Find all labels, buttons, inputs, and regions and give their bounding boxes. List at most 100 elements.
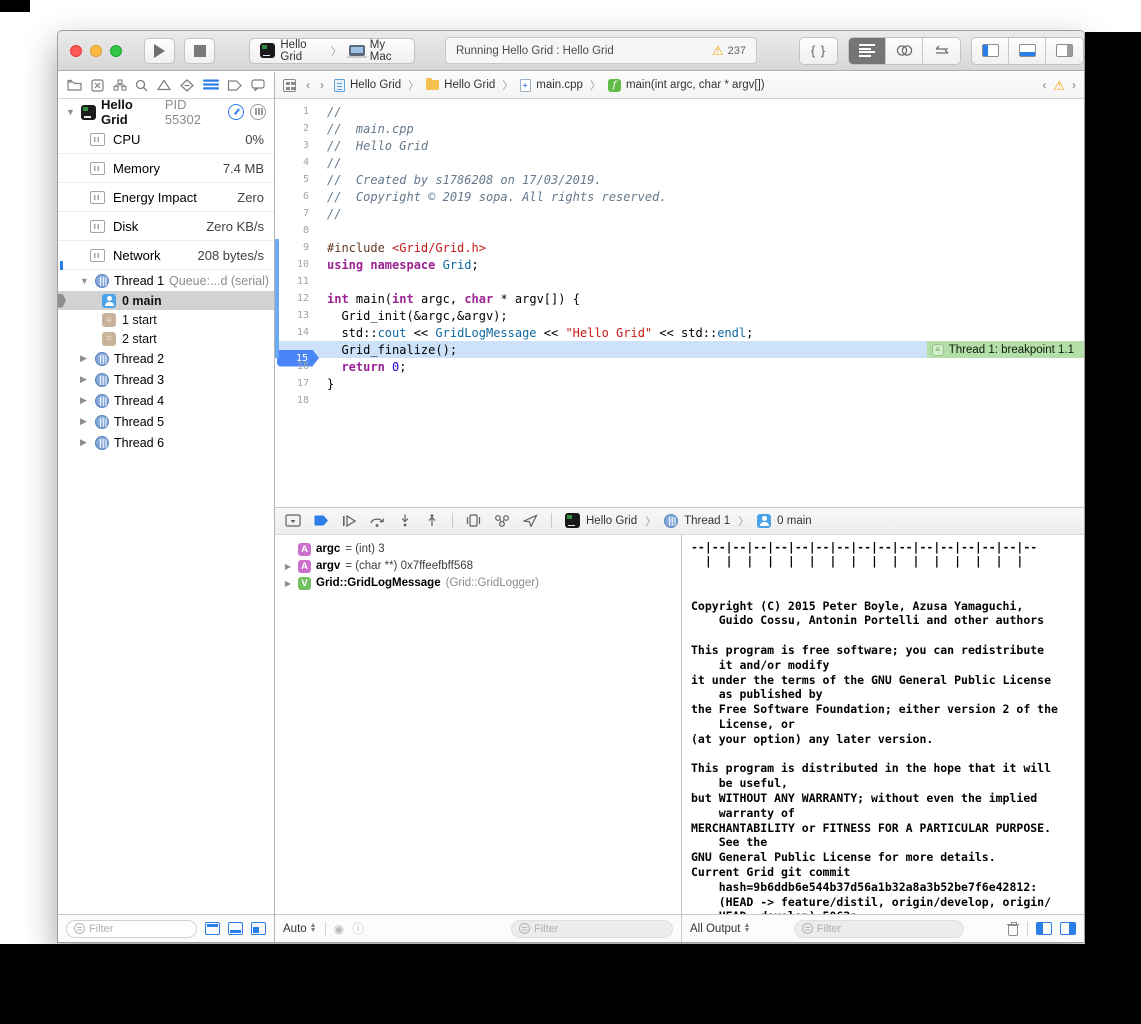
- breadcrumb-item[interactable]: main(int argc, char * argv[]): [626, 79, 765, 91]
- info-icon[interactable]: ⓘ: [352, 920, 364, 937]
- code-line[interactable]: 13 Grid_init(&argc,&argv);: [275, 307, 1084, 324]
- line-number-gutter[interactable]: 9: [275, 242, 321, 253]
- console-filter-field[interactable]: [794, 920, 964, 938]
- code-text[interactable]: Grid_init(&argc,&argv);: [321, 309, 508, 323]
- line-number-gutter[interactable]: 12: [275, 293, 321, 304]
- code-text[interactable]: // Copyright © 2019 sopa. All rights res…: [321, 190, 667, 204]
- line-number-gutter[interactable]: 16: [275, 361, 321, 372]
- variable-row[interactable]: ▶VGrid::GridLogMessage(Grid::GridLogger): [283, 575, 681, 592]
- step-out-button[interactable]: [425, 514, 439, 527]
- disclosure-triangle-icon[interactable]: ▶: [80, 395, 90, 406]
- zoom-window-button[interactable]: [110, 45, 122, 57]
- show-console-toggle[interactable]: [1060, 922, 1076, 935]
- related-items-icon[interactable]: [283, 79, 296, 92]
- thread-row[interactable]: ▼Thread 1Queue:...d (serial): [58, 270, 274, 291]
- project-navigator-icon[interactable]: [67, 79, 82, 91]
- line-number-gutter[interactable]: 10: [275, 259, 321, 270]
- debug-breadcrumb-item[interactable]: 0 main: [777, 515, 812, 527]
- disclosure-triangle-icon[interactable]: ▼: [66, 107, 76, 117]
- filter-stack-frames-toggle[interactable]: [228, 922, 243, 935]
- go-forward-button[interactable]: ›: [320, 78, 324, 92]
- memory-graph-button[interactable]: [250, 104, 266, 120]
- next-issue-button[interactable]: ›: [1072, 78, 1076, 92]
- code-line[interactable]: 3// Hello Grid: [275, 137, 1084, 154]
- debug-breadcrumb-item[interactable]: Hello Grid: [586, 515, 637, 527]
- report-navigator-icon[interactable]: [251, 79, 265, 91]
- code-text[interactable]: return 0;: [321, 360, 407, 374]
- line-number-gutter[interactable]: 14: [275, 327, 321, 338]
- line-number-gutter[interactable]: 13: [275, 310, 321, 321]
- scheme-selector[interactable]: Hello Grid 〉 My Mac: [249, 38, 415, 64]
- variables-scope-popup[interactable]: Auto ▲▼: [283, 923, 317, 935]
- code-line[interactable]: 16 return 0;: [275, 358, 1084, 375]
- disclosure-triangle-icon[interactable]: ▶: [80, 374, 90, 385]
- step-over-button[interactable]: [369, 515, 385, 527]
- code-text[interactable]: // Hello Grid: [321, 139, 428, 153]
- activity-viewer[interactable]: Running Hello Grid : Hello Grid ⚠ 237: [445, 37, 757, 64]
- test-navigator-icon[interactable]: [180, 79, 194, 92]
- line-number-gutter[interactable]: 1: [275, 106, 321, 117]
- show-variables-view-toggle[interactable]: [1036, 922, 1052, 935]
- code-line[interactable]: 1//: [275, 103, 1084, 120]
- breadcrumb-item[interactable]: main.cpp: [536, 79, 583, 91]
- profile-in-instruments-button[interactable]: [228, 104, 244, 120]
- toggle-navigator-button[interactable]: [972, 38, 1009, 64]
- line-number-gutter[interactable]: 7: [275, 208, 321, 219]
- variables-filter-field[interactable]: [511, 920, 673, 938]
- code-line[interactable]: 14 std::cout << GridLogMessage << "Hello…: [275, 324, 1084, 341]
- find-navigator-icon[interactable]: [135, 79, 148, 92]
- code-text[interactable]: using namespace Grid;: [321, 258, 479, 272]
- go-back-button[interactable]: ‹: [306, 78, 310, 92]
- code-text[interactable]: }: [321, 377, 334, 391]
- variable-row[interactable]: Aargc= (int) 3: [283, 541, 681, 558]
- code-line[interactable]: 9#include <Grid/Grid.h>: [275, 239, 1084, 256]
- code-line[interactable]: 7//: [275, 205, 1084, 222]
- breadcrumb-item[interactable]: Hello Grid: [444, 79, 495, 91]
- code-text[interactable]: // Created by s1786208 on 17/03/2019.: [321, 173, 602, 187]
- line-number-gutter[interactable]: 5: [275, 174, 321, 185]
- disclosure-triangle-icon[interactable]: ▶: [283, 579, 293, 588]
- line-number-gutter[interactable]: 3: [275, 140, 321, 151]
- code-text[interactable]: //: [321, 156, 341, 170]
- annotation-detail-icon[interactable]: ≡: [932, 344, 944, 356]
- navigator-filter-field[interactable]: [66, 920, 197, 938]
- toggle-debug-area-button[interactable]: [1009, 38, 1046, 64]
- simulate-location-button[interactable]: [523, 514, 538, 527]
- breadcrumb-item[interactable]: Hello Grid: [350, 79, 401, 91]
- version-editor-button[interactable]: [923, 38, 960, 64]
- memory-graph-debug-button[interactable]: [494, 514, 510, 527]
- symbol-navigator-icon[interactable]: [113, 79, 127, 91]
- clear-console-button[interactable]: [1007, 922, 1019, 936]
- gauge-row-energy[interactable]: Energy ImpactZero: [58, 183, 274, 212]
- gauge-row-cpu[interactable]: CPU0%: [58, 125, 274, 154]
- standard-editor-button[interactable]: [849, 38, 886, 64]
- breakpoint-annotation[interactable]: ≡Thread 1: breakpoint 1.1: [927, 341, 1084, 358]
- code-text[interactable]: std::cout << GridLogMessage << "Hello Gr…: [321, 326, 753, 340]
- code-line[interactable]: 11: [275, 273, 1084, 290]
- toggle-inspector-button[interactable]: [1046, 38, 1083, 64]
- source-control-navigator-icon[interactable]: [91, 79, 104, 92]
- disclosure-triangle-icon[interactable]: ▶: [80, 353, 90, 364]
- line-number-gutter[interactable]: 2: [275, 123, 321, 134]
- disclosure-triangle-icon[interactable]: ▶: [80, 437, 90, 448]
- quick-look-icon[interactable]: ◉: [334, 922, 344, 936]
- frame-row[interactable]: 0 main: [58, 291, 274, 310]
- hide-debug-area-button[interactable]: [285, 514, 301, 527]
- thread-row[interactable]: ▶Thread 4: [58, 390, 274, 411]
- continue-button[interactable]: [342, 515, 356, 527]
- code-line[interactable]: 6// Copyright © 2019 sopa. All rights re…: [275, 188, 1084, 205]
- step-into-button[interactable]: [398, 514, 412, 527]
- line-number-gutter[interactable]: 4: [275, 157, 321, 168]
- console-output-popup[interactable]: All Output ▲▼: [690, 923, 750, 935]
- debug-navigator-icon[interactable]: [203, 79, 219, 91]
- variable-row[interactable]: ▶Aargv= (char **) 0x7ffeefbff568: [283, 558, 681, 575]
- console-filter-input[interactable]: [817, 923, 956, 935]
- line-number-gutter[interactable]: 11: [275, 276, 321, 287]
- frame-row[interactable]: ○2 start: [58, 329, 274, 348]
- line-number-gutter[interactable]: 17: [275, 378, 321, 389]
- disclosure-triangle-icon[interactable]: ▶: [283, 562, 293, 571]
- line-number-gutter[interactable]: 6: [275, 191, 321, 202]
- disclosure-triangle-icon[interactable]: ▶: [80, 416, 90, 427]
- code-line[interactable]: 8: [275, 222, 1084, 239]
- code-line[interactable]: 2// main.cpp: [275, 120, 1084, 137]
